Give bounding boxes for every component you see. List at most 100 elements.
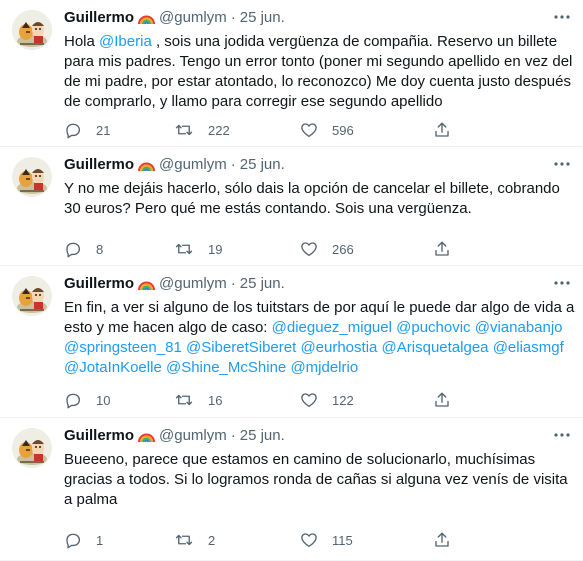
tweet[interactable]: Guillermo @gumlym · 25 jun. Y no me dejáis… <box>0 147 583 266</box>
mention-link[interactable]: @mjdelrio <box>290 359 358 376</box>
retweet-count: 2 <box>208 532 216 548</box>
retweet-button[interactable]: 19 <box>174 239 222 259</box>
separator-dot: · <box>230 9 236 26</box>
mention-link[interactable]: @eliasmgf <box>493 339 564 356</box>
avatar[interactable] <box>12 276 52 316</box>
share-button[interactable] <box>433 120 451 140</box>
retweet-icon <box>175 243 193 255</box>
more-options-icon[interactable] <box>553 428 571 442</box>
tweet-header: Guillermo @gumlym · 25 jun. <box>64 426 285 446</box>
mention-link[interactable]: @vianabanjo <box>475 319 563 336</box>
tweet-actions: 10 16 122 <box>64 390 514 410</box>
tweet[interactable]: Guillermo @gumlym · 25 jun. En fin, a ver … <box>0 266 583 418</box>
mention-link[interactable]: @Iberia <box>99 33 152 50</box>
heart-icon <box>301 393 317 408</box>
reply-button[interactable]: 8 <box>64 239 103 259</box>
retweet-icon <box>175 394 193 406</box>
more-options-icon[interactable] <box>553 276 571 290</box>
more-options-icon[interactable] <box>553 157 571 171</box>
tweet-text: Bueeeno, parece que estamos en camino de… <box>64 450 576 510</box>
mention-link[interactable]: @dieguez_miguel <box>272 319 392 336</box>
heart-icon <box>301 533 317 548</box>
tweet-header: Guillermo @gumlym · 25 jun. <box>64 274 285 294</box>
mention-link[interactable]: @Shine_McShine <box>166 359 286 376</box>
tweet-actions: 8 19 266 <box>64 239 514 259</box>
reply-count: 10 <box>96 392 111 408</box>
reply-button[interactable]: 1 <box>64 530 103 550</box>
author-name[interactable]: Guillermo <box>64 9 134 26</box>
author-handle[interactable]: @gumlym <box>159 156 227 173</box>
reply-button[interactable]: 21 <box>64 120 110 140</box>
tweet-date[interactable]: 25 jun. <box>240 9 285 26</box>
share-button[interactable] <box>433 530 451 550</box>
tweet[interactable]: Guillermo @gumlym · 25 jun. Hola @Iberia ,… <box>0 0 583 147</box>
text-segment: Hola <box>64 33 100 50</box>
tweet-date[interactable]: 25 jun. <box>240 156 285 173</box>
tweet-date[interactable]: 25 jun. <box>240 275 285 292</box>
like-button[interactable]: 122 <box>300 390 354 410</box>
reply-icon <box>66 533 81 549</box>
author-handle[interactable]: @gumlym <box>159 9 227 26</box>
text-segment: Y no me dejáis hacerlo, sólo dais la opc… <box>64 180 560 217</box>
separator-dot: · <box>230 427 236 444</box>
rainbow-emoji-icon <box>138 158 156 178</box>
mention-link[interactable]: @puchovic <box>396 319 470 336</box>
mention-link[interactable]: @JotaInKoelle <box>64 359 162 376</box>
tweet-actions: 21 222 596 <box>64 120 514 140</box>
share-icon <box>435 241 449 256</box>
author-handle[interactable]: @gumlym <box>159 275 227 292</box>
like-count: 266 <box>332 241 354 257</box>
author-name[interactable]: Guillermo <box>64 275 134 292</box>
tweet-header: Guillermo @gumlym · 25 jun. <box>64 155 285 175</box>
retweet-button[interactable]: 2 <box>174 530 215 550</box>
like-button[interactable]: 115 <box>300 530 353 550</box>
retweet-icon <box>175 534 193 546</box>
share-icon <box>435 392 449 407</box>
retweet-count: 222 <box>208 122 230 138</box>
retweet-icon <box>175 124 193 136</box>
tweet-header: Guillermo @gumlym · 25 jun. <box>64 8 285 28</box>
more-options-icon[interactable] <box>553 10 571 24</box>
like-button[interactable]: 266 <box>300 239 354 259</box>
text-segment: Bueeeno, parece que estamos en camino de… <box>64 451 568 508</box>
reply-icon <box>66 393 81 409</box>
reply-icon <box>66 242 81 258</box>
tweet[interactable]: Guillermo @gumlym · 25 jun. Bueeeno, parec… <box>0 418 583 561</box>
share-button[interactable] <box>433 390 451 410</box>
retweet-button[interactable]: 222 <box>174 120 230 140</box>
mention-link[interactable]: @SiberetSiberet <box>186 339 296 356</box>
reply-button[interactable]: 10 <box>64 390 110 410</box>
retweet-button[interactable]: 16 <box>174 390 222 410</box>
mention-link[interactable]: @springsteen_81 <box>64 339 182 356</box>
rainbow-emoji-icon <box>138 277 156 297</box>
like-count: 115 <box>332 532 353 548</box>
reply-count: 8 <box>96 241 104 257</box>
mention-link[interactable]: @eurhostia <box>300 339 377 356</box>
tweet-text: Hola @Iberia , sois una jodida vergüenza… <box>64 32 576 112</box>
share-icon <box>435 122 449 137</box>
tweet-thread: Guillermo @gumlym · 25 jun. Hola @Iberia ,… <box>0 0 583 561</box>
separator-dot: · <box>230 156 236 173</box>
reply-icon <box>66 123 81 139</box>
avatar[interactable] <box>12 157 52 197</box>
author-handle[interactable]: @gumlym <box>159 427 227 444</box>
author-name[interactable]: Guillermo <box>64 427 134 444</box>
reply-count: 21 <box>96 122 111 138</box>
share-icon <box>435 532 449 547</box>
heart-icon <box>301 123 317 138</box>
tweet-text: En fin, a ver si alguno de los tuitstars… <box>64 298 576 378</box>
like-button[interactable]: 596 <box>300 120 354 140</box>
retweet-count: 16 <box>208 392 223 408</box>
avatar[interactable] <box>12 428 52 468</box>
retweet-count: 19 <box>208 241 223 257</box>
author-name[interactable]: Guillermo <box>64 156 134 173</box>
separator-dot: · <box>230 275 236 292</box>
like-count: 596 <box>332 122 354 138</box>
rainbow-emoji-icon <box>138 11 156 31</box>
tweet-date[interactable]: 25 jun. <box>240 427 285 444</box>
tweet-text: Y no me dejáis hacerlo, sólo dais la opc… <box>64 179 576 219</box>
mention-link[interactable]: @Arisquetalgea <box>382 339 489 356</box>
reply-count: 1 <box>96 532 104 548</box>
share-button[interactable] <box>433 239 451 259</box>
avatar[interactable] <box>12 10 52 50</box>
